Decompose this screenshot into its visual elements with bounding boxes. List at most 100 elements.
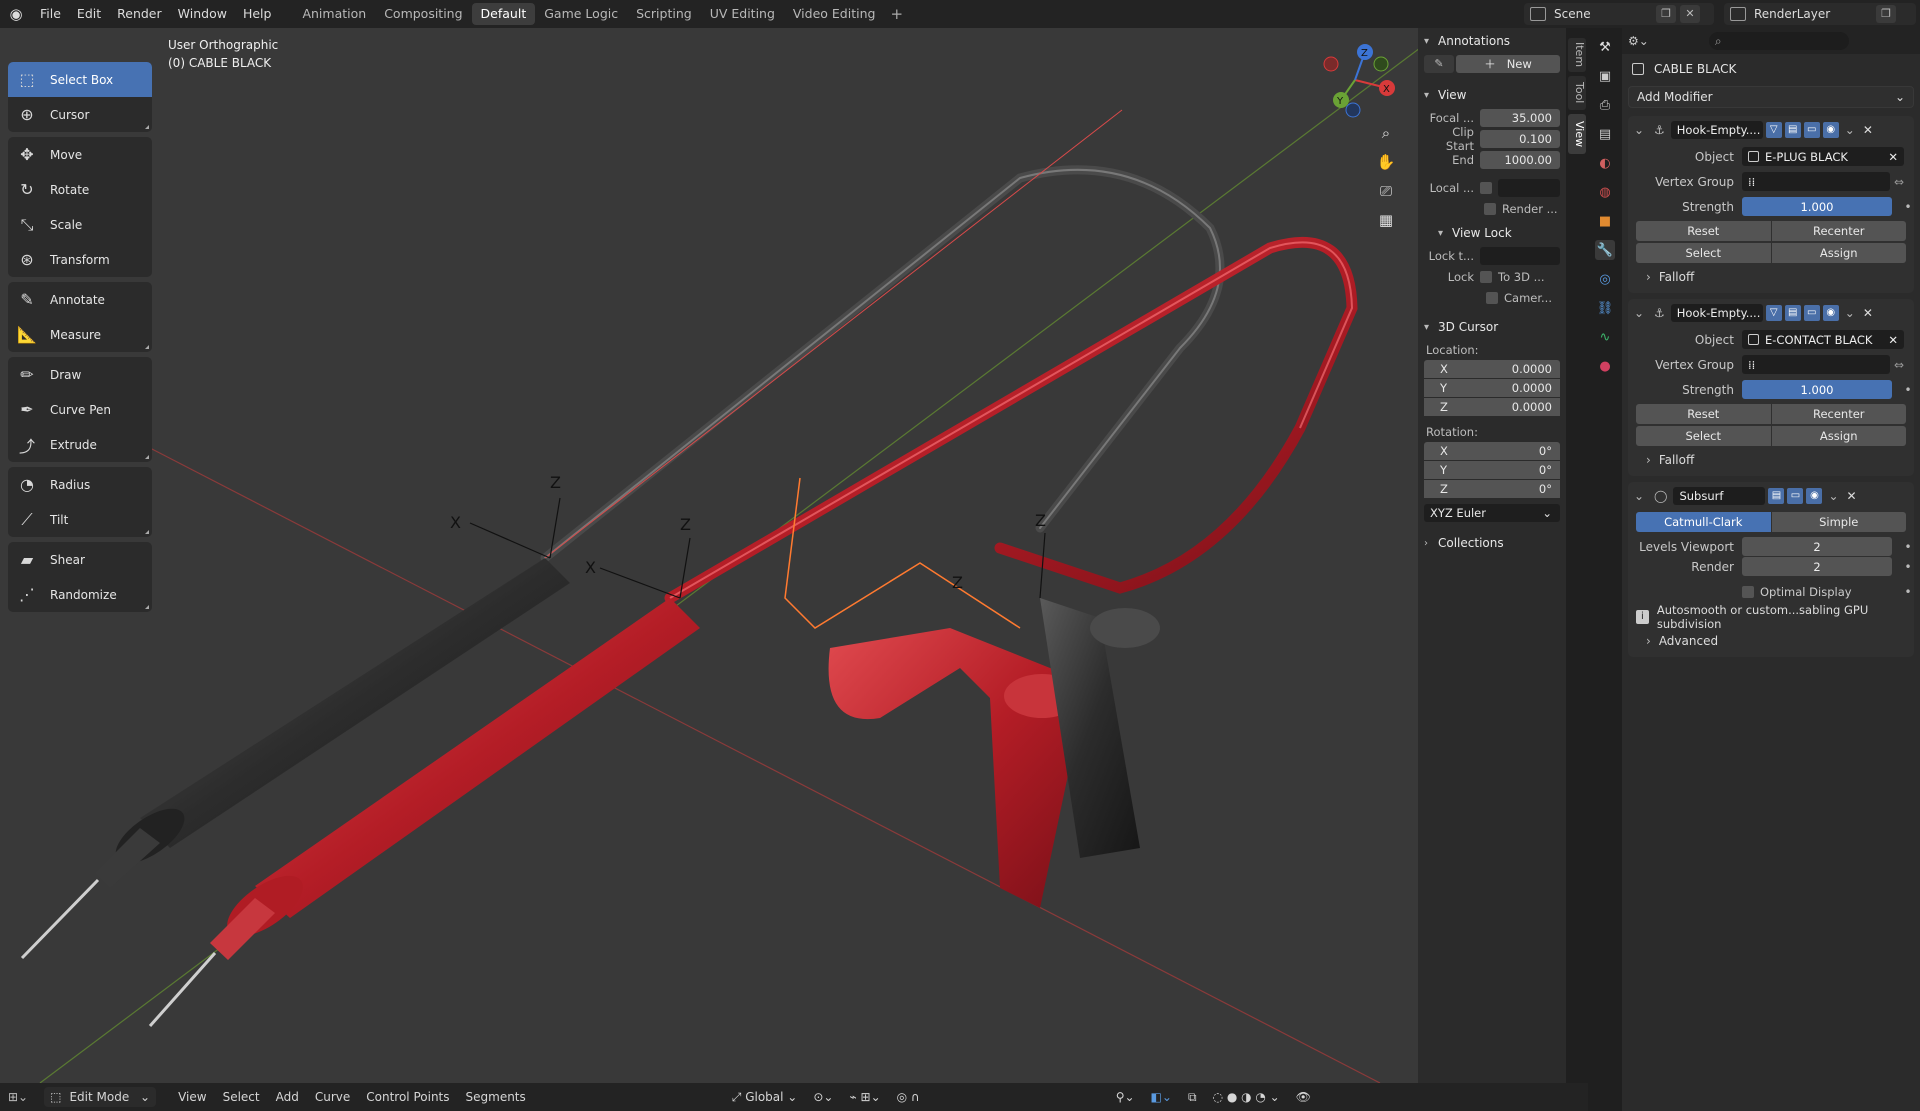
- strength-slider[interactable]: 1.000: [1742, 380, 1892, 399]
- menu-select[interactable]: Select: [215, 1090, 268, 1104]
- tab-tool[interactable]: Tool: [1568, 76, 1586, 110]
- camera-view-icon[interactable]: ⎚: [1373, 178, 1399, 204]
- menu-help[interactable]: Help: [235, 0, 280, 28]
- simple-button[interactable]: Simple: [1771, 512, 1906, 532]
- edit-mode-toggle-icon[interactable]: ▤: [1768, 488, 1785, 504]
- keyframe-dot-icon[interactable]: •: [1902, 540, 1914, 554]
- menu-segments[interactable]: Segments: [458, 1090, 534, 1104]
- cursor-location-x[interactable]: X 0.0000: [1424, 360, 1560, 378]
- cursor-rotation-y[interactable]: Y 0°: [1424, 461, 1560, 479]
- snap-icon[interactable]: ⌁ ⊞⌄: [841, 1090, 888, 1104]
- new-scene-icon[interactable]: ❐: [1656, 5, 1676, 23]
- select-button[interactable]: Select: [1636, 243, 1771, 263]
- editor-type-icon[interactable]: ⚙⌄: [1628, 34, 1649, 48]
- advanced-panel-header[interactable]: › Advanced: [1628, 629, 1914, 653]
- menu-render[interactable]: Render: [109, 0, 170, 28]
- 3d-cursor-header[interactable]: ▾ 3D Cursor: [1424, 314, 1560, 340]
- hook-object-field[interactable]: E-PLUG BLACK ✕: [1742, 147, 1904, 166]
- keyframe-dot-icon[interactable]: •: [1902, 200, 1914, 214]
- local-camera-field[interactable]: [1498, 179, 1560, 197]
- lock-to-object-field[interactable]: [1480, 247, 1560, 265]
- edit-mode-toggle-icon[interactable]: ▤: [1784, 305, 1801, 321]
- tab-uv-editing[interactable]: UV Editing: [701, 3, 784, 25]
- blender-logo-icon[interactable]: ◉: [0, 0, 32, 28]
- collapse-chevron-icon[interactable]: ⌄: [1634, 306, 1648, 320]
- lock-to-3d-cursor-checkbox[interactable]: [1480, 271, 1492, 283]
- tab-video-editing[interactable]: Video Editing: [784, 3, 885, 25]
- clear-icon[interactable]: ✕: [1888, 333, 1898, 347]
- render-toggle-icon[interactable]: ◉: [1806, 488, 1823, 504]
- clip-start-field[interactable]: 0.100: [1480, 130, 1560, 148]
- menu-add[interactable]: Add: [268, 1090, 307, 1104]
- collapse-chevron-icon[interactable]: ⌄: [1634, 489, 1648, 503]
- tool-transform[interactable]: ⊛ Transform: [8, 242, 152, 277]
- overlay-toggle-icon[interactable]: ◧⌄: [1143, 1090, 1180, 1104]
- invert-arrows-icon[interactable]: ⇔: [1894, 358, 1904, 372]
- tab-compositing[interactable]: Compositing: [375, 3, 471, 25]
- falloff-panel-header[interactable]: › Falloff: [1628, 448, 1914, 472]
- view-header[interactable]: ▾ View: [1424, 82, 1560, 108]
- tool-rotate[interactable]: ↻ Rotate: [8, 172, 152, 207]
- grid-toggle-icon[interactable]: ▦: [1373, 207, 1399, 233]
- modifier-menu-icon[interactable]: ⌄: [1845, 306, 1855, 320]
- render-toggle-icon[interactable]: ◉: [1822, 122, 1839, 138]
- menu-file[interactable]: File: [32, 0, 69, 28]
- xray-toggle-icon[interactable]: ⧉: [1180, 1090, 1205, 1105]
- tool-scale[interactable]: ⤡ Scale: [8, 207, 152, 242]
- vertex-group-field[interactable]: ⁞⁞: [1742, 355, 1890, 374]
- edit-mode-toggle-icon[interactable]: ▤: [1784, 122, 1801, 138]
- reset-button[interactable]: Reset: [1636, 404, 1771, 424]
- levels-viewport-field[interactable]: 2: [1742, 537, 1892, 556]
- remove-scene-icon[interactable]: ✕: [1680, 5, 1700, 23]
- reset-button[interactable]: Reset: [1636, 221, 1771, 241]
- modifier-name-field[interactable]: Hook-Empty....: [1670, 121, 1763, 139]
- recenter-button[interactable]: Recenter: [1771, 404, 1906, 424]
- menu-window[interactable]: Window: [170, 0, 235, 28]
- shading-mode-icons[interactable]: ◌ ● ◑ ◔ ⌄: [1205, 1090, 1288, 1104]
- remove-modifier-icon[interactable]: ✕: [1847, 489, 1857, 503]
- subsurf-name-field[interactable]: Subsurf: [1673, 487, 1766, 505]
- clear-icon[interactable]: ✕: [1888, 150, 1898, 164]
- menu-control-points[interactable]: Control Points: [358, 1090, 457, 1104]
- keyframe-dot-icon[interactable]: •: [1902, 383, 1914, 397]
- assign-button[interactable]: Assign: [1771, 426, 1906, 446]
- properties-search[interactable]: ⌕: [1708, 32, 1849, 50]
- cursor-rotation-z[interactable]: Z 0°: [1424, 480, 1560, 498]
- viewport-toggle-icon[interactable]: ▭: [1787, 488, 1804, 504]
- cursor-location-y[interactable]: Y 0.0000: [1424, 379, 1560, 397]
- render-levels-field[interactable]: 2: [1742, 557, 1892, 576]
- remove-modifier-icon[interactable]: ✕: [1863, 123, 1873, 137]
- local-camera-checkbox[interactable]: [1480, 182, 1492, 194]
- visibility-icon[interactable]: 👁: [1288, 1090, 1319, 1104]
- pivot-point-icon[interactable]: ⊙⌄: [805, 1090, 841, 1104]
- viewport-toggle-icon[interactable]: ▭: [1803, 122, 1820, 138]
- render-toggle-icon[interactable]: ◉: [1822, 305, 1839, 321]
- material-properties-icon[interactable]: ●: [1595, 356, 1615, 376]
- tab-animation[interactable]: Animation: [293, 3, 375, 25]
- view-layer-selector[interactable]: RenderLayer ❐: [1724, 3, 1916, 25]
- editor-type-icon[interactable]: ⊞⌄: [0, 1090, 36, 1104]
- annotations-header[interactable]: ▾ Annotations: [1424, 28, 1560, 54]
- annotation-dropdown-icon[interactable]: ✎: [1424, 55, 1454, 73]
- tab-default[interactable]: Default: [471, 3, 536, 25]
- recenter-button[interactable]: Recenter: [1771, 221, 1906, 241]
- tool-annotate[interactable]: ✎ Annotate: [8, 282, 152, 317]
- scene-selector[interactable]: Scene ❐ ✕: [1524, 3, 1714, 25]
- select-button[interactable]: Select: [1636, 426, 1771, 446]
- tool-draw[interactable]: ✏ Draw: [8, 357, 152, 392]
- add-workspace-button[interactable]: +: [884, 5, 909, 23]
- view-lock-header[interactable]: ▾ View Lock: [1424, 220, 1560, 246]
- tool-extrude[interactable]: ⤴ Extrude: [8, 427, 152, 462]
- clip-end-field[interactable]: 1000.00: [1480, 151, 1560, 169]
- keyframe-dot-icon[interactable]: •: [1902, 585, 1914, 599]
- tool-randomize[interactable]: ⋰ Randomize: [8, 577, 152, 612]
- proportional-editing-icon[interactable]: ◎ ∩: [889, 1090, 928, 1104]
- transform-orientation-dropdown[interactable]: ⤢ Global ⌄: [724, 1090, 806, 1105]
- zoom-icon[interactable]: ⌕: [1373, 120, 1399, 146]
- tab-item[interactable]: Item: [1568, 38, 1586, 72]
- hook-object-field[interactable]: E-CONTACT BLACK ✕: [1742, 330, 1904, 349]
- render-properties-icon[interactable]: ▣: [1595, 66, 1615, 86]
- tool-settings-icon[interactable]: ⚒: [1595, 37, 1615, 57]
- rotation-mode-dropdown[interactable]: XYZ Euler ⌄: [1424, 504, 1560, 522]
- optimal-display-checkbox[interactable]: [1742, 585, 1754, 598]
